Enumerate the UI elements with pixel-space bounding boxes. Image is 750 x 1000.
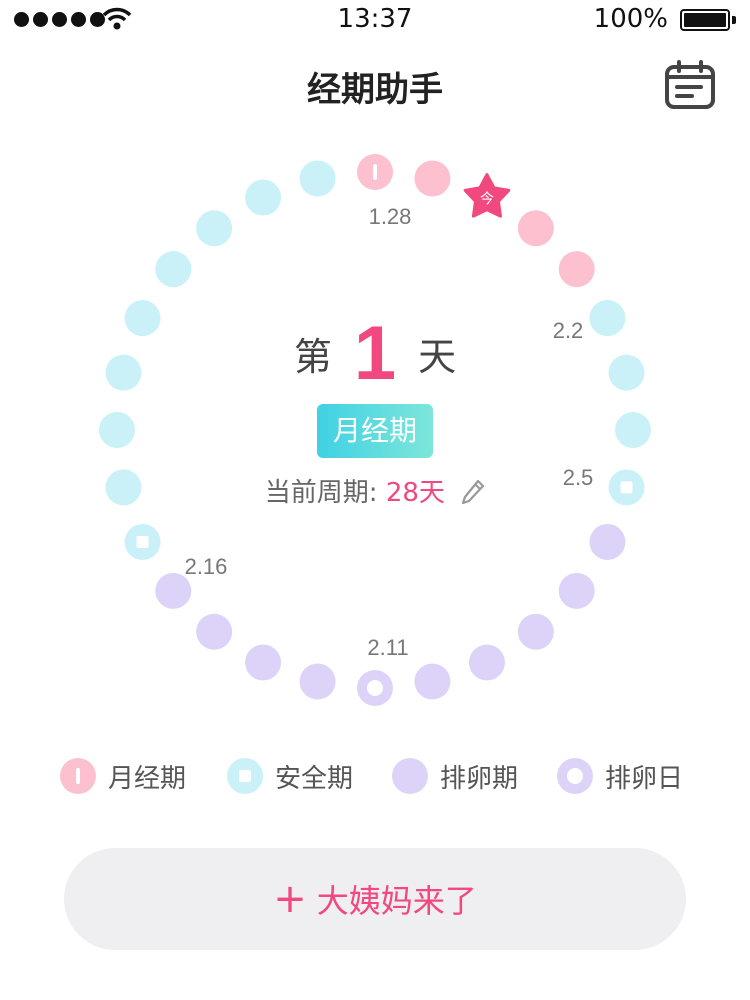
cycle-day-22[interactable] (99, 412, 135, 448)
legend-item-period: 月经期 (60, 756, 186, 796)
legend-item-ovulation-day: 排卵日 (557, 756, 683, 796)
cycle-day-20[interactable] (124, 523, 161, 560)
cycle-day-15[interactable] (357, 670, 393, 706)
plus-icon: + (273, 876, 307, 922)
legend: 月经期 安全期 排卵期 排卵日 (60, 756, 720, 796)
cycle-day-14[interactable] (414, 663, 451, 700)
safe-dot (615, 412, 651, 448)
ovulation-day-mark (367, 680, 383, 696)
period-dot (558, 251, 595, 288)
cycle-day-11[interactable] (558, 572, 595, 609)
period-dot-icon (60, 758, 96, 794)
ovulation-dot (558, 572, 595, 609)
ovulation-day-dot-icon (557, 758, 593, 794)
cycle-day-27[interactable] (245, 179, 282, 216)
cycle-day-1[interactable] (357, 154, 393, 190)
cycle-day-12[interactable] (517, 613, 554, 650)
legend-item-ovulation: 排卵期 (392, 756, 518, 796)
legend-label: 月经期 (108, 763, 187, 794)
ovulation-dot (589, 523, 626, 560)
period-started-button[interactable]: + 大姨妈来了 (64, 848, 686, 950)
ovulation-dot (196, 613, 233, 650)
phase-badge: 月经期 (317, 404, 433, 458)
cycle-day-13[interactable] (468, 644, 505, 681)
ovulation-dot (414, 663, 451, 700)
cycle-day-5[interactable] (558, 251, 595, 288)
safe-boundary-mark (136, 535, 149, 548)
period-dot (414, 160, 451, 197)
ovulation-dot (517, 613, 554, 650)
period-dot (517, 210, 554, 247)
pencil-icon[interactable] (461, 479, 485, 505)
current-day: 第1天 (0, 310, 750, 397)
cycle-day-2[interactable] (414, 160, 451, 197)
cycle-day-4[interactable] (517, 210, 554, 247)
date-label-2-16: 2.16 (185, 554, 228, 579)
legend-item-safe: 安全期 (227, 756, 353, 796)
ovulation-dot (468, 644, 505, 681)
day-prefix: 第 (293, 335, 332, 379)
cycle-length-label: 当前周期: (264, 478, 378, 508)
cycle-length-value: 28天 (385, 478, 445, 508)
safe-dot (155, 251, 192, 288)
day-suffix: 天 (418, 335, 457, 379)
safe-dot (299, 160, 336, 197)
date-label-2-11: 2.11 (367, 635, 408, 660)
safe-dot (245, 179, 282, 216)
cycle-day-28[interactable] (299, 160, 336, 197)
cycle-length-row[interactable]: 当前周期: 28天 (0, 472, 750, 509)
legend-label: 排卵日 (605, 763, 684, 794)
cycle-day-26[interactable] (196, 210, 233, 247)
legend-label: 安全期 (275, 763, 354, 794)
today-label: 今 (480, 192, 494, 208)
date-label-1-28: 1.28 (369, 204, 412, 229)
period-start-mark (373, 164, 377, 180)
cycle-day-10[interactable] (589, 523, 626, 560)
ovulation-dot (245, 644, 282, 681)
safe-dot-icon (227, 758, 263, 794)
cycle-day-25[interactable] (155, 251, 192, 288)
cycle-day-8[interactable] (615, 412, 651, 448)
cycle-day-16[interactable] (299, 663, 336, 700)
ovulation-dot-icon (392, 758, 428, 794)
ovulation-dot (299, 663, 336, 700)
cycle-day-17[interactable] (245, 644, 282, 681)
period-started-label: 大姨妈来了 (316, 882, 477, 920)
cycle-day-18[interactable] (196, 613, 233, 650)
day-number: 1 (353, 311, 397, 396)
safe-dot (196, 210, 233, 247)
safe-dot (99, 412, 135, 448)
legend-label: 排卵期 (440, 763, 519, 794)
cycle-day-3[interactable]: 今 (463, 173, 511, 218)
